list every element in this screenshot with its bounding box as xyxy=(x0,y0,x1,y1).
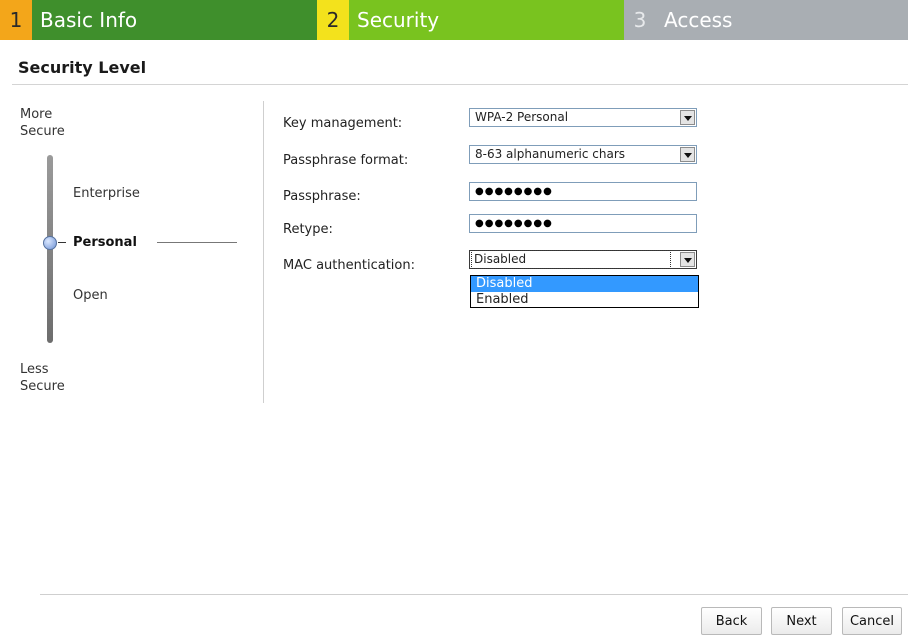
back-button[interactable]: Back xyxy=(701,607,762,635)
more-secure-line-1: More xyxy=(20,107,53,122)
cancel-button[interactable]: Cancel xyxy=(842,607,902,635)
mac-auth-value: Disabled xyxy=(471,250,671,269)
less-secure-label: Less Secure xyxy=(20,361,65,395)
footer-divider xyxy=(40,594,908,595)
key-management-label: Key management: xyxy=(283,116,403,131)
dropdown-arrow-icon[interactable] xyxy=(680,110,695,125)
selected-level-connector xyxy=(157,242,237,243)
key-management-value: WPA-2 Personal xyxy=(475,110,569,124)
step-security[interactable]: 2 Security xyxy=(317,0,624,40)
mac-auth-dropdown-list: Disabled Enabled xyxy=(470,275,699,308)
step-label: Access xyxy=(664,8,733,32)
passphrase-format-select[interactable]: 8-63 alphanumeric chars xyxy=(469,145,697,164)
step-basic-info[interactable]: 1 Basic Info xyxy=(0,0,317,40)
panel-divider xyxy=(263,101,264,403)
passphrase-format-label: Passphrase format: xyxy=(283,153,409,168)
next-button[interactable]: Next xyxy=(771,607,832,635)
passphrase-input[interactable]: ●●●●●●●● xyxy=(469,182,697,201)
less-secure-line-1: Less xyxy=(20,362,49,377)
passphrase-label: Passphrase: xyxy=(283,189,361,204)
security-option-open[interactable]: Open xyxy=(73,288,108,303)
step-label: Security xyxy=(357,8,440,32)
key-management-select[interactable]: WPA-2 Personal xyxy=(469,108,697,127)
step-number: 3 xyxy=(633,8,647,32)
step-number: 2 xyxy=(317,0,349,40)
dropdown-arrow-icon[interactable] xyxy=(680,252,695,267)
security-option-enterprise[interactable]: Enterprise xyxy=(73,186,140,201)
slider-knob-icon[interactable] xyxy=(43,236,57,250)
less-secure-line-2: Secure xyxy=(20,379,65,394)
retype-input[interactable]: ●●●●●●●● xyxy=(469,214,697,233)
wizard-steps: 1 Basic Info 2 Security 3 Access xyxy=(0,0,908,40)
step-label: Basic Info xyxy=(40,8,138,32)
more-secure-line-2: Secure xyxy=(20,124,65,139)
dropdown-option-enabled[interactable]: Enabled xyxy=(471,292,698,308)
heading-divider xyxy=(12,84,908,85)
section-title: Security Level xyxy=(18,58,147,77)
slider-tick xyxy=(58,242,66,243)
step-access[interactable]: 3 Access xyxy=(624,0,908,40)
mac-auth-label: MAC authentication: xyxy=(283,258,415,273)
more-secure-label: More Secure xyxy=(20,106,65,140)
mac-auth-select[interactable]: Disabled xyxy=(469,250,697,269)
dropdown-arrow-icon[interactable] xyxy=(680,147,695,162)
step-number: 1 xyxy=(0,0,32,40)
retype-label: Retype: xyxy=(283,222,333,237)
passphrase-format-value: 8-63 alphanumeric chars xyxy=(475,147,626,161)
dropdown-option-disabled[interactable]: Disabled xyxy=(471,276,698,292)
security-option-personal[interactable]: Personal xyxy=(73,235,137,250)
